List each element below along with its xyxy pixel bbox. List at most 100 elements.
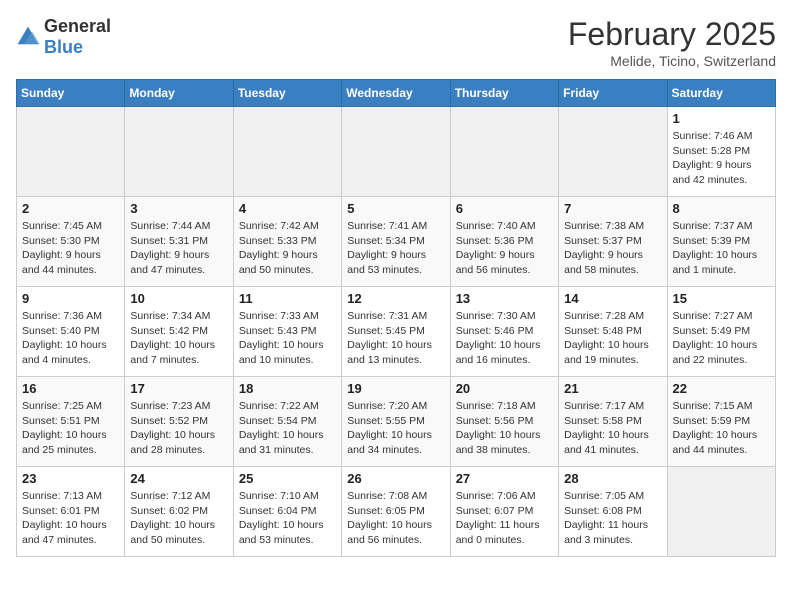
day-info: Sunrise: 7:40 AM Sunset: 5:36 PM Dayligh… <box>456 219 553 278</box>
day-info: Sunrise: 7:12 AM Sunset: 6:02 PM Dayligh… <box>130 489 227 548</box>
day-info: Sunrise: 7:27 AM Sunset: 5:49 PM Dayligh… <box>673 309 770 368</box>
day-number: 19 <box>347 381 444 396</box>
day-info: Sunrise: 7:30 AM Sunset: 5:46 PM Dayligh… <box>456 309 553 368</box>
day-info: Sunrise: 7:37 AM Sunset: 5:39 PM Dayligh… <box>673 219 770 278</box>
logo-text: General Blue <box>44 16 111 58</box>
calendar-cell: 4 Sunrise: 7:42 AM Sunset: 5:33 PM Daylig… <box>233 197 341 287</box>
day-info: Sunrise: 7:28 AM Sunset: 5:48 PM Dayligh… <box>564 309 661 368</box>
weekday-header-saturday: Saturday <box>667 80 775 107</box>
day-info: Sunrise: 7:06 AM Sunset: 6:07 PM Dayligh… <box>456 489 553 548</box>
calendar-cell <box>450 107 558 197</box>
day-info: Sunrise: 7:10 AM Sunset: 6:04 PM Dayligh… <box>239 489 336 548</box>
day-info: Sunrise: 7:46 AM Sunset: 5:28 PM Dayligh… <box>673 129 770 188</box>
calendar-cell: 12 Sunrise: 7:31 AM Sunset: 5:45 PM Dayli… <box>342 287 450 377</box>
calendar-cell: 16Sunrise: 7:25 AM Sunset: 5:51 PM Dayli… <box>17 377 125 467</box>
calendar-cell: 18 Sunrise: 7:22 AM Sunset: 5:54 PM Dayli… <box>233 377 341 467</box>
day-info: Sunrise: 7:05 AM Sunset: 6:08 PM Dayligh… <box>564 489 661 548</box>
day-info: Sunrise: 7:44 AM Sunset: 5:31 PM Dayligh… <box>130 219 227 278</box>
day-number: 3 <box>130 201 227 216</box>
day-number: 15 <box>673 291 770 306</box>
day-number: 1 <box>673 111 770 126</box>
calendar-cell <box>342 107 450 197</box>
calendar-cell: 25 Sunrise: 7:10 AM Sunset: 6:04 PM Dayli… <box>233 467 341 557</box>
calendar-cell: 15 Sunrise: 7:27 AM Sunset: 5:49 PM Dayli… <box>667 287 775 377</box>
day-number: 22 <box>673 381 770 396</box>
calendar-cell <box>667 467 775 557</box>
day-info: Sunrise: 7:08 AM Sunset: 6:05 PM Dayligh… <box>347 489 444 548</box>
day-number: 11 <box>239 291 336 306</box>
month-title: February 2025 <box>568 16 776 53</box>
logo-general: General <box>44 16 111 36</box>
day-number: 2 <box>22 201 119 216</box>
calendar-cell: 22 Sunrise: 7:15 AM Sunset: 5:59 PM Dayli… <box>667 377 775 467</box>
calendar-cell <box>559 107 667 197</box>
weekday-header-thursday: Thursday <box>450 80 558 107</box>
calendar-table: SundayMondayTuesdayWednesdayThursdayFrid… <box>16 79 776 557</box>
calendar-cell: 24 Sunrise: 7:12 AM Sunset: 6:02 PM Dayli… <box>125 467 233 557</box>
day-number: 8 <box>673 201 770 216</box>
day-number: 20 <box>456 381 553 396</box>
calendar-cell: 23Sunrise: 7:13 AM Sunset: 6:01 PM Dayli… <box>17 467 125 557</box>
day-number: 4 <box>239 201 336 216</box>
day-number: 7 <box>564 201 661 216</box>
calendar-week-row: 16Sunrise: 7:25 AM Sunset: 5:51 PM Dayli… <box>17 377 776 467</box>
logo-blue: Blue <box>44 37 83 57</box>
day-number: 10 <box>130 291 227 306</box>
header-area: General Blue February 2025 Melide, Ticin… <box>16 16 776 69</box>
day-info: Sunrise: 7:31 AM Sunset: 5:45 PM Dayligh… <box>347 309 444 368</box>
calendar-week-row: 23Sunrise: 7:13 AM Sunset: 6:01 PM Dayli… <box>17 467 776 557</box>
calendar-cell: 9Sunrise: 7:36 AM Sunset: 5:40 PM Daylig… <box>17 287 125 377</box>
calendar-cell: 14 Sunrise: 7:28 AM Sunset: 5:48 PM Dayli… <box>559 287 667 377</box>
calendar-cell: 17 Sunrise: 7:23 AM Sunset: 5:52 PM Dayli… <box>125 377 233 467</box>
title-block: February 2025 Melide, Ticino, Switzerlan… <box>568 16 776 69</box>
day-number: 21 <box>564 381 661 396</box>
calendar-cell: 28Sunrise: 7:05 AM Sunset: 6:08 PM Dayli… <box>559 467 667 557</box>
day-info: Sunrise: 7:34 AM Sunset: 5:42 PM Dayligh… <box>130 309 227 368</box>
weekday-header-monday: Monday <box>125 80 233 107</box>
day-number: 9 <box>22 291 119 306</box>
day-info: Sunrise: 7:18 AM Sunset: 5:56 PM Dayligh… <box>456 399 553 458</box>
day-info: Sunrise: 7:45 AM Sunset: 5:30 PM Dayligh… <box>22 219 119 278</box>
day-info: Sunrise: 7:15 AM Sunset: 5:59 PM Dayligh… <box>673 399 770 458</box>
calendar-cell: 1 Sunrise: 7:46 AM Sunset: 5:28 PM Daylig… <box>667 107 775 197</box>
day-number: 27 <box>456 471 553 486</box>
day-info: Sunrise: 7:22 AM Sunset: 5:54 PM Dayligh… <box>239 399 336 458</box>
calendar-week-row: 1 Sunrise: 7:46 AM Sunset: 5:28 PM Daylig… <box>17 107 776 197</box>
weekday-header-sunday: Sunday <box>17 80 125 107</box>
day-info: Sunrise: 7:20 AM Sunset: 5:55 PM Dayligh… <box>347 399 444 458</box>
calendar-cell: 26 Sunrise: 7:08 AM Sunset: 6:05 PM Dayli… <box>342 467 450 557</box>
day-number: 25 <box>239 471 336 486</box>
day-info: Sunrise: 7:25 AM Sunset: 5:51 PM Dayligh… <box>22 399 119 458</box>
day-info: Sunrise: 7:23 AM Sunset: 5:52 PM Dayligh… <box>130 399 227 458</box>
calendar-cell: 20 Sunrise: 7:18 AM Sunset: 5:56 PM Dayli… <box>450 377 558 467</box>
day-info: Sunrise: 7:13 AM Sunset: 6:01 PM Dayligh… <box>22 489 119 548</box>
day-info: Sunrise: 7:41 AM Sunset: 5:34 PM Dayligh… <box>347 219 444 278</box>
day-number: 26 <box>347 471 444 486</box>
calendar-cell: 19 Sunrise: 7:20 AM Sunset: 5:55 PM Dayli… <box>342 377 450 467</box>
calendar-cell: 2 Sunrise: 7:45 AM Sunset: 5:30 PM Daylig… <box>17 197 125 287</box>
day-number: 24 <box>130 471 227 486</box>
day-info: Sunrise: 7:17 AM Sunset: 5:58 PM Dayligh… <box>564 399 661 458</box>
day-number: 18 <box>239 381 336 396</box>
calendar-cell <box>233 107 341 197</box>
calendar-cell: 7Sunrise: 7:38 AM Sunset: 5:37 PM Daylig… <box>559 197 667 287</box>
calendar-cell <box>125 107 233 197</box>
calendar-cell: 11 Sunrise: 7:33 AM Sunset: 5:43 PM Dayli… <box>233 287 341 377</box>
day-number: 14 <box>564 291 661 306</box>
calendar-cell: 5 Sunrise: 7:41 AM Sunset: 5:34 PM Daylig… <box>342 197 450 287</box>
weekday-header-wednesday: Wednesday <box>342 80 450 107</box>
calendar-week-row: 9Sunrise: 7:36 AM Sunset: 5:40 PM Daylig… <box>17 287 776 377</box>
calendar-cell: 13 Sunrise: 7:30 AM Sunset: 5:46 PM Dayli… <box>450 287 558 377</box>
calendar-cell: 21 Sunrise: 7:17 AM Sunset: 5:58 PM Dayli… <box>559 377 667 467</box>
calendar-cell: 8 Sunrise: 7:37 AM Sunset: 5:39 PM Daylig… <box>667 197 775 287</box>
day-number: 17 <box>130 381 227 396</box>
day-number: 12 <box>347 291 444 306</box>
weekday-header-row: SundayMondayTuesdayWednesdayThursdayFrid… <box>17 80 776 107</box>
day-info: Sunrise: 7:33 AM Sunset: 5:43 PM Dayligh… <box>239 309 336 368</box>
day-info: Sunrise: 7:42 AM Sunset: 5:33 PM Dayligh… <box>239 219 336 278</box>
weekday-header-tuesday: Tuesday <box>233 80 341 107</box>
day-number: 5 <box>347 201 444 216</box>
day-number: 13 <box>456 291 553 306</box>
weekday-header-friday: Friday <box>559 80 667 107</box>
calendar-cell: 27 Sunrise: 7:06 AM Sunset: 6:07 PM Dayli… <box>450 467 558 557</box>
